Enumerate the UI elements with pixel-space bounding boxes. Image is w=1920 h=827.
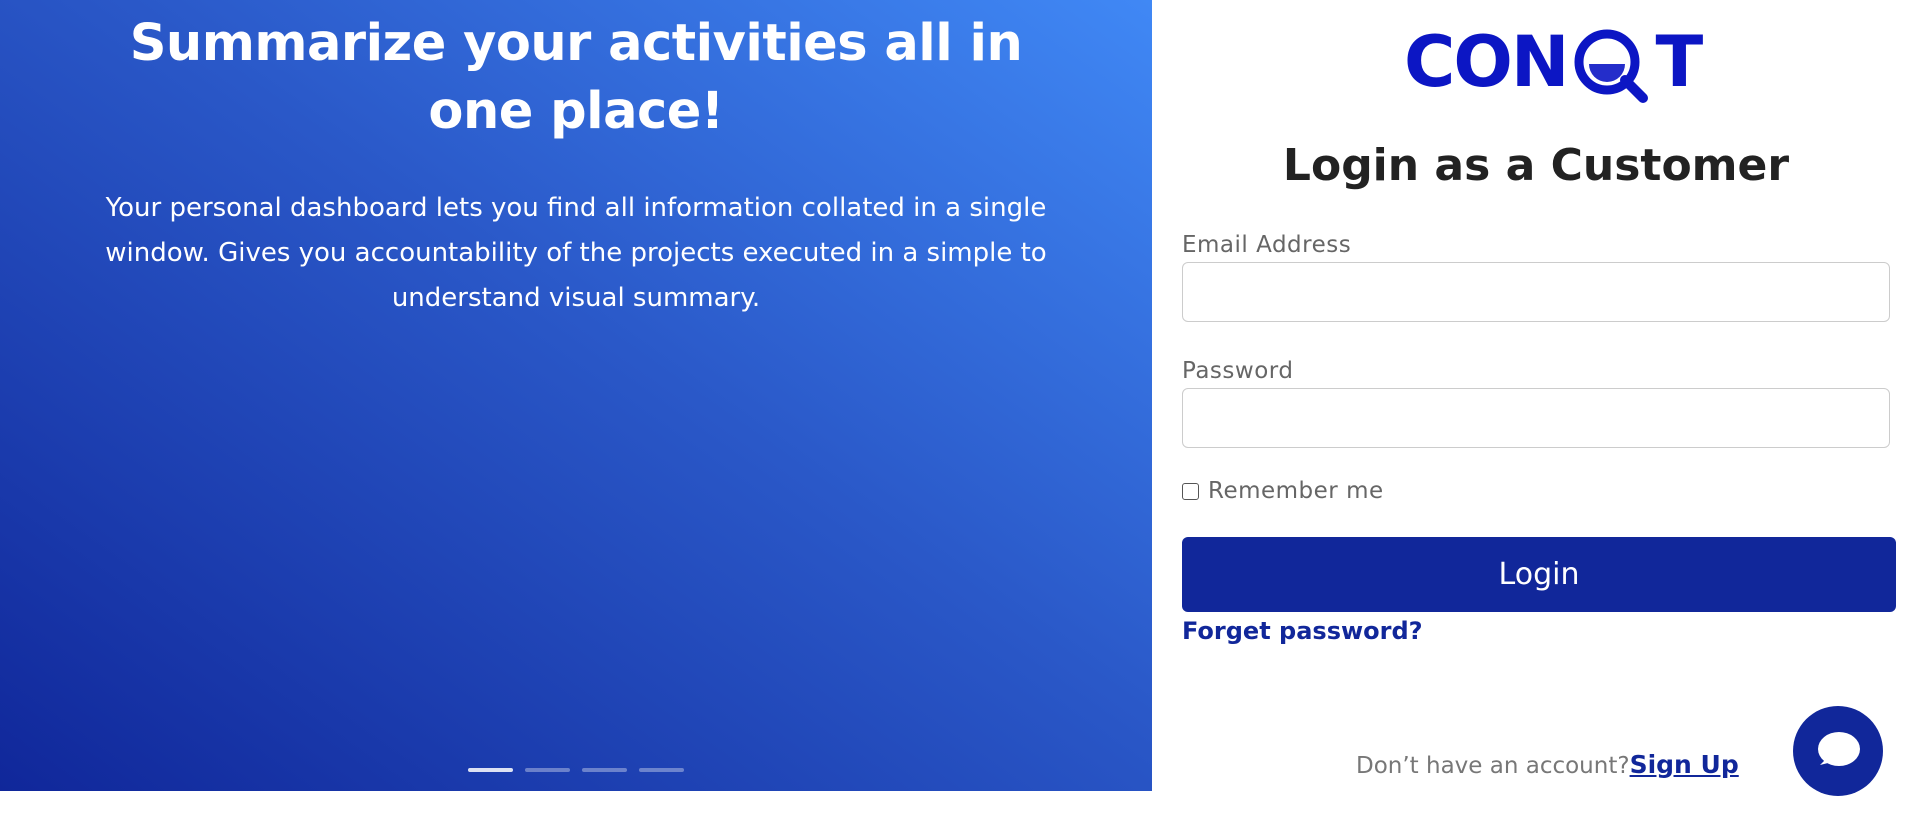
carousel-indicator-4[interactable] — [639, 768, 684, 772]
carousel-indicator-3[interactable] — [582, 768, 627, 772]
hero-description: Your personal dashboard lets you find al… — [105, 193, 1047, 313]
email-label: Email Address — [1182, 232, 1352, 258]
forgot-password-link[interactable]: Forget password? — [1182, 617, 1423, 645]
carousel-indicators — [468, 768, 684, 772]
carousel-indicator-2[interactable] — [525, 768, 570, 772]
remember-label[interactable]: Remember me — [1208, 478, 1384, 504]
email-field[interactable] — [1182, 262, 1890, 322]
hero-title: Summarize your activities all in one pla… — [129, 14, 1023, 141]
chat-bubble-icon — [1818, 732, 1860, 766]
password-label: Password — [1182, 358, 1294, 384]
hero-panel: Summarize your activities all in one pla… — [0, 0, 1152, 791]
signup-row: Don’t have an account? Sign Up — [1356, 750, 1739, 779]
remember-checkbox[interactable] — [1182, 482, 1199, 500]
login-button[interactable]: Login — [1182, 537, 1896, 612]
login-title: Login as a Customer — [1282, 140, 1790, 191]
logo-text-left: CON — [1404, 21, 1569, 103]
brand-logo[interactable]: CON T — [1404, 21, 1703, 103]
remember-me: Remember me — [1182, 478, 1384, 504]
chat-widget-button[interactable] — [1793, 706, 1883, 796]
carousel-indicator-1[interactable] — [468, 768, 513, 772]
signup-link[interactable]: Sign Up — [1630, 750, 1739, 779]
signup-prompt: Don’t have an account? — [1356, 753, 1630, 779]
password-field[interactable] — [1182, 388, 1890, 448]
login-panel: CON T Login as a Customer Email Address … — [1152, 0, 1920, 827]
logo-text-right: T — [1655, 21, 1703, 103]
magnifier-icon — [1569, 24, 1653, 103]
